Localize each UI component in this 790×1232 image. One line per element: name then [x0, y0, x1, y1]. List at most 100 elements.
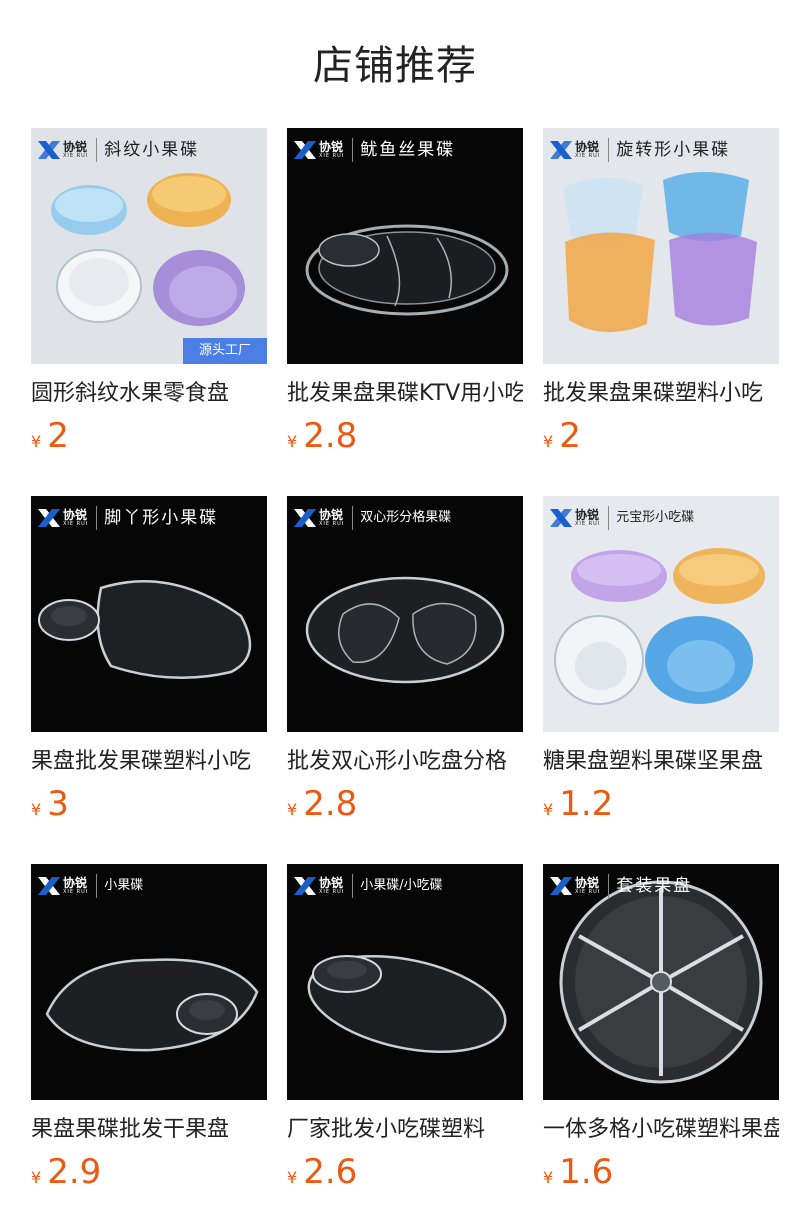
product-price: ¥2.8 [287, 414, 523, 458]
brand-logo-icon [38, 877, 60, 895]
product-card[interactable]: 协锐 XIE RUI 元宝形小吃碟 糖果盘塑料果碟坚果盘 ¥1.2 [543, 496, 779, 826]
brand-header: 协锐 XIE RUI 旋转形小果碟 [549, 136, 730, 164]
currency-symbol: ¥ [31, 1168, 42, 1187]
brand-logo-icon [550, 509, 572, 527]
image-caption: 脚丫形小果碟 [104, 508, 219, 528]
currency-symbol: ¥ [543, 1168, 554, 1187]
product-card[interactable]: 协锐 XIE RUI 鱿鱼丝果碟 批发果盘果碟KTV用小吃 ¥2.8 [287, 128, 523, 458]
brand-divider [608, 874, 610, 898]
product-card[interactable]: 协锐 XIE RUI 斜纹小果碟 源头工厂 圆形斜纹水果零食盘 ¥2 [31, 128, 267, 458]
product-name[interactable]: 果盘批发果碟塑料小吃 [31, 746, 267, 778]
price-value: 2 [559, 416, 581, 456]
brand-divider [96, 874, 98, 898]
product-name[interactable]: 批发双心形小吃盘分格 [287, 746, 523, 778]
price-value: 2.6 [303, 1152, 358, 1192]
product-name[interactable]: 一体多格小吃碟塑料果盘 [543, 1114, 779, 1146]
brand-divider [352, 874, 354, 898]
brand-sub: XIE RUI [63, 889, 89, 895]
brand-name: 协锐 [575, 876, 600, 890]
image-caption: 鱿鱼丝果碟 [360, 140, 456, 160]
brand-logo-icon [38, 509, 60, 527]
brand-name: 协锐 [575, 140, 600, 154]
image-caption: 斜纹小果碟 [104, 140, 200, 160]
product-price: ¥2.9 [31, 1150, 267, 1194]
product-card[interactable]: 协锐 XIE RUI 小果碟 果盘果碟批发干果盘 ¥2.9 [31, 864, 267, 1194]
brand-sub: XIE RUI [575, 153, 601, 159]
product-price: ¥3 [31, 782, 267, 826]
brand-sub: XIE RUI [63, 521, 89, 527]
brand-name: 协锐 [319, 876, 344, 890]
product-card[interactable]: 协锐 XIE RUI 脚丫形小果碟 果盘批发果碟塑料小吃 ¥3 [31, 496, 267, 826]
product-card[interactable]: 协锐 XIE RUI 旋转形小果碟 批发果盘果碟塑料小吃 ¥2 [543, 128, 779, 458]
product-price: ¥1.6 [543, 1150, 779, 1194]
brand-divider [352, 138, 354, 162]
brand-header: 协锐 XIE RUI 小果碟 [37, 872, 143, 900]
price-value: 3 [47, 784, 69, 824]
brand-sub: XIE RUI [319, 889, 345, 895]
brand-divider [352, 506, 354, 530]
brand-sub: XIE RUI [319, 153, 345, 159]
brand-header: 协锐 XIE RUI 脚丫形小果碟 [37, 504, 218, 532]
brand-logo-icon [550, 141, 572, 159]
product-image[interactable]: 协锐 XIE RUI 小果碟 [31, 864, 267, 1100]
product-image[interactable]: 协锐 XIE RUI 脚丫形小果碟 [31, 496, 267, 732]
currency-symbol: ¥ [287, 432, 298, 451]
product-name[interactable]: 圆形斜纹水果零食盘 [31, 378, 267, 410]
brand-sub: XIE RUI [575, 889, 601, 895]
brand-name: 协锐 [575, 508, 600, 522]
product-image[interactable]: 协锐 XIE RUI 元宝形小吃碟 [543, 496, 779, 732]
image-caption: 旋转形小果碟 [616, 140, 731, 160]
currency-symbol: ¥ [31, 800, 42, 819]
currency-symbol: ¥ [543, 800, 554, 819]
brand-logo-icon [38, 141, 60, 159]
brand-name: 协锐 [319, 508, 344, 522]
brand-sub: XIE RUI [319, 521, 345, 527]
product-image[interactable]: 协锐 XIE RUI 旋转形小果碟 [543, 128, 779, 364]
product-image[interactable]: 协锐 XIE RUI 斜纹小果碟 源头工厂 [31, 128, 267, 364]
image-caption: 小果碟/小吃碟 [360, 878, 443, 893]
brand-header: 协锐 XIE RUI 小果碟/小吃碟 [293, 872, 443, 900]
price-value: 1.6 [559, 1152, 614, 1192]
product-name[interactable]: 果盘果碟批发干果盘 [31, 1114, 267, 1146]
price-value: 2 [47, 416, 69, 456]
product-name[interactable]: 糖果盘塑料果碟坚果盘 [543, 746, 779, 778]
product-name[interactable]: 批发果盘果碟KTV用小吃 [287, 378, 523, 410]
brand-header: 协锐 XIE RUI 鱿鱼丝果碟 [293, 136, 455, 164]
image-caption: 套装果盘 [616, 876, 693, 896]
brand-sub: XIE RUI [575, 521, 601, 527]
price-value: 2.9 [47, 1152, 102, 1192]
product-name[interactable]: 批发果盘果碟塑料小吃 [543, 378, 779, 410]
product-image[interactable]: 协锐 XIE RUI 套装果盘 [543, 864, 779, 1100]
price-value: 2.8 [303, 416, 358, 456]
product-price: ¥1.2 [543, 782, 779, 826]
brand-divider [608, 138, 610, 162]
brand-sub: XIE RUI [63, 153, 89, 159]
brand-divider [608, 506, 610, 530]
currency-symbol: ¥ [287, 1168, 298, 1187]
product-price: ¥2.8 [287, 782, 523, 826]
image-caption: 元宝形小吃碟 [616, 510, 695, 525]
product-price: ¥2.6 [287, 1150, 523, 1194]
brand-header: 协锐 XIE RUI 斜纹小果碟 [37, 136, 199, 164]
brand-divider [96, 138, 98, 162]
product-card[interactable]: 协锐 XIE RUI 小果碟/小吃碟 厂家批发小吃碟塑料 ¥2.6 [287, 864, 523, 1194]
currency-symbol: ¥ [31, 432, 42, 451]
brand-name: 协锐 [63, 140, 88, 154]
product-image[interactable]: 协锐 XIE RUI 双心形分格果碟 [287, 496, 523, 732]
product-price: ¥2 [31, 414, 267, 458]
product-price: ¥2 [543, 414, 779, 458]
brand-header: 协锐 XIE RUI 元宝形小吃碟 [549, 504, 694, 532]
product-name[interactable]: 厂家批发小吃碟塑料 [287, 1114, 523, 1146]
product-image[interactable]: 协锐 XIE RUI 小果碟/小吃碟 [287, 864, 523, 1100]
product-grid: 协锐 XIE RUI 斜纹小果碟 源头工厂 圆形斜纹水果零食盘 ¥2 协锐 XI… [0, 0, 790, 1232]
brand-name: 协锐 [63, 876, 88, 890]
product-card[interactable]: 协锐 XIE RUI 双心形分格果碟 批发双心形小吃盘分格 ¥2.8 [287, 496, 523, 826]
brand-logo-icon [550, 877, 572, 895]
brand-logo-icon [294, 877, 316, 895]
brand-logo-icon [294, 509, 316, 527]
brand-logo-icon [294, 141, 316, 159]
price-value: 1.2 [559, 784, 614, 824]
product-image[interactable]: 协锐 XIE RUI 鱿鱼丝果碟 [287, 128, 523, 364]
product-card[interactable]: 协锐 XIE RUI 套装果盘 一体多格小吃碟塑料果盘 ¥1.6 [543, 864, 779, 1194]
brand-header: 协锐 XIE RUI 双心形分格果碟 [293, 504, 451, 532]
